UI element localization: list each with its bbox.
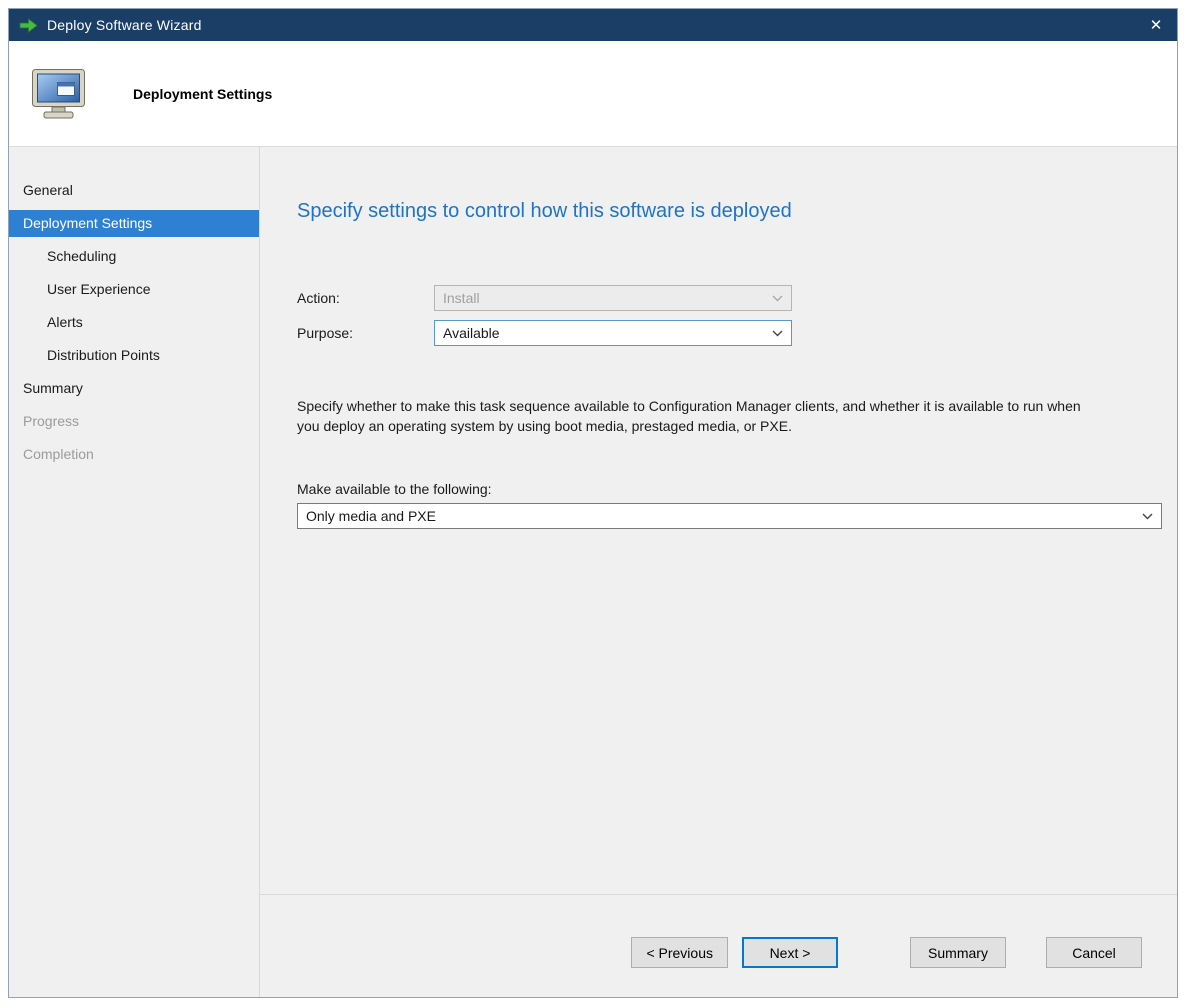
- nav-item-progress: Progress: [9, 408, 259, 435]
- content-panel: Specify settings to control how this sof…: [259, 147, 1177, 997]
- purpose-value: Available: [443, 325, 500, 341]
- nav-item-completion: Completion: [9, 441, 259, 468]
- make-available-select[interactable]: Only media and PXE: [297, 503, 1162, 529]
- computer-monitor-icon: [31, 68, 89, 120]
- description-text: Specify whether to make this task sequen…: [297, 396, 1097, 437]
- nav-item-scheduling[interactable]: Scheduling: [9, 243, 259, 270]
- green-arrow-icon: [19, 18, 38, 33]
- action-row: Action: Install: [297, 285, 1162, 311]
- nav-item-user-experience[interactable]: User Experience: [9, 276, 259, 303]
- page-title: Deployment Settings: [133, 86, 272, 102]
- deploy-software-wizard-window: Deploy Software Wizard ✕ Deployment Se: [8, 8, 1178, 998]
- chevron-down-icon: [1142, 513, 1153, 520]
- wizard-header: Deployment Settings: [9, 41, 1177, 147]
- close-icon[interactable]: ✕: [1135, 9, 1177, 41]
- nav-item-distribution-points[interactable]: Distribution Points: [9, 342, 259, 369]
- footer-bar: < Previous Next > Summary Cancel: [260, 894, 1177, 997]
- cancel-button[interactable]: Cancel: [1046, 937, 1142, 968]
- nav-item-general[interactable]: General: [9, 177, 259, 204]
- content-main: Specify settings to control how this sof…: [260, 147, 1177, 894]
- purpose-select[interactable]: Available: [434, 320, 792, 346]
- titlebar[interactable]: Deploy Software Wizard ✕: [9, 9, 1177, 41]
- action-label: Action:: [297, 290, 434, 306]
- make-available-value: Only media and PXE: [306, 508, 436, 524]
- summary-button[interactable]: Summary: [910, 937, 1006, 968]
- nav-item-deployment-settings[interactable]: Deployment Settings: [9, 210, 259, 237]
- make-available-label: Make available to the following:: [297, 481, 1162, 497]
- chevron-down-icon: [772, 295, 783, 302]
- action-select: Install: [434, 285, 792, 311]
- action-value: Install: [443, 290, 480, 306]
- purpose-label: Purpose:: [297, 325, 434, 341]
- purpose-row: Purpose: Available: [297, 320, 1162, 346]
- wizard-body: General Deployment Settings Scheduling U…: [9, 147, 1177, 997]
- next-button[interactable]: Next >: [742, 937, 838, 968]
- content-heading: Specify settings to control how this sof…: [297, 200, 1162, 223]
- window-title: Deploy Software Wizard: [47, 17, 1135, 33]
- nav-item-alerts[interactable]: Alerts: [9, 309, 259, 336]
- nav-item-summary[interactable]: Summary: [9, 375, 259, 402]
- chevron-down-icon: [772, 330, 783, 337]
- wizard-steps-nav: General Deployment Settings Scheduling U…: [9, 147, 259, 997]
- previous-button[interactable]: < Previous: [631, 937, 728, 968]
